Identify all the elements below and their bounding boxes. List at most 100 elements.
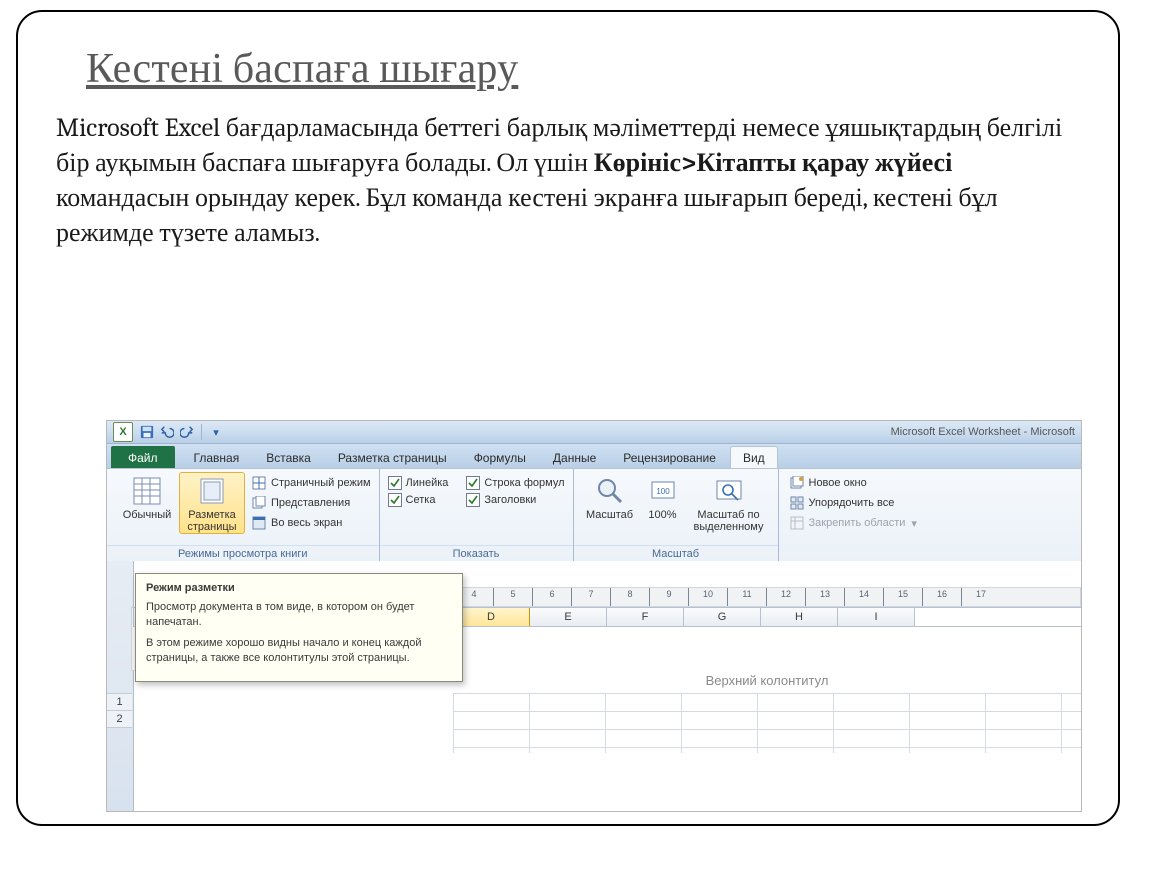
page-layout-tooltip: Режим разметки Просмотр документа в том … (135, 573, 463, 682)
formula-bar-checkbox[interactable]: Строка формул (466, 476, 564, 490)
save-icon[interactable] (138, 423, 156, 441)
col-head-F[interactable]: F (607, 608, 684, 626)
tooltip-p1: Просмотр документа в том виде, в котором… (146, 600, 452, 630)
headings-checkbox[interactable]: Заголовки (466, 493, 564, 507)
custom-views-icon (251, 495, 267, 511)
freeze-panes-label: Закрепить области (809, 517, 906, 529)
col-head-E[interactable]: E (530, 608, 607, 626)
new-window-button[interactable]: Новое окно (789, 475, 917, 491)
full-screen-label: Во весь экран (271, 517, 342, 529)
headings-checkbox-label: Заголовки (484, 494, 536, 506)
tab-view[interactable]: Вид (730, 446, 778, 468)
tab-home[interactable]: Главная (181, 446, 253, 468)
tab-review[interactable]: Рецензирование (610, 446, 729, 468)
zoom-100-label: 100% (648, 509, 676, 521)
tooltip-p2: В этом режиме хорошо видны начало и коне… (146, 636, 452, 666)
qat-dropdown-icon[interactable]: ▾ (207, 423, 225, 441)
slide-body: Microsoft Excel бағдарламасында беттегі … (56, 111, 1080, 251)
ruler-tick: 9 (649, 588, 688, 607)
formula-bar-checkbox-label: Строка формул (484, 477, 564, 489)
page-layout-label: Разметка страницы (182, 509, 242, 533)
full-screen-button[interactable]: Во весь экран (251, 515, 371, 531)
grid-checkbox[interactable]: Сетка (388, 493, 449, 507)
ribbon: Обычный Разметка страницы Страничный реж… (107, 469, 1081, 564)
zoom-selection-icon (713, 475, 745, 507)
ruler-tick: 6 (532, 588, 571, 607)
custom-views-button[interactable]: Представления (251, 495, 371, 511)
zoom-selection-l2: выделенному (694, 521, 764, 533)
page-layout-button[interactable]: Разметка страницы (179, 472, 245, 534)
ruler-tick: 12 (766, 588, 805, 607)
col-head-H[interactable]: H (761, 608, 838, 626)
grid-checkbox-label: Сетка (406, 494, 436, 506)
page-break-preview-button[interactable]: Страничный режим (251, 475, 371, 491)
excel-screenshot: X ▾ Microsoft Excel Worksheet - Microsof… (106, 420, 1082, 812)
arrange-all-icon (789, 495, 805, 511)
para-bold: Көрініс>Кітапты қарау жүйесі (594, 148, 953, 178)
checkbox-checked-icon (466, 476, 480, 490)
ruler-tick: 8 (610, 588, 649, 607)
zoom-label: Масштаб (586, 509, 633, 521)
tab-file[interactable]: Файл (111, 446, 175, 468)
horizontal-ruler: 4 5 6 7 8 9 10 11 12 13 14 15 16 17 (453, 587, 1081, 607)
cell-grid[interactable] (453, 693, 1081, 753)
freeze-panes-icon (789, 515, 805, 531)
page-layout-icon (196, 475, 228, 507)
row-head-2[interactable]: 2 (107, 710, 132, 728)
window-title: Microsoft Excel Worksheet - Microsoft (891, 426, 1075, 438)
slide-frame: Кестені баспаға шығару Microsoft Excel б… (16, 10, 1120, 826)
svg-text:100: 100 (656, 487, 670, 496)
zoom-100-button[interactable]: 100 100% (638, 473, 688, 521)
zoom-button[interactable]: Масштаб (582, 473, 638, 521)
ruler-checkbox[interactable]: Линейка (388, 476, 449, 490)
ribbon-group-views: Обычный Разметка страницы Страничный реж… (107, 469, 380, 563)
row-header-gutter: 1 2 (107, 561, 134, 811)
page-break-label: Страничный режим (271, 477, 371, 489)
full-screen-icon (251, 515, 267, 531)
tab-data[interactable]: Данные (540, 446, 609, 468)
new-window-icon (789, 475, 805, 491)
normal-view-icon (131, 475, 163, 507)
ribbon-tabs: Файл Главная Вставка Разметка страницы Ф… (107, 444, 1081, 469)
tab-insert[interactable]: Вставка (253, 446, 324, 468)
ruler-tick: 7 (571, 588, 610, 607)
qat-separator (201, 424, 202, 440)
ruler-tick: 10 (688, 588, 727, 607)
redo-icon[interactable] (178, 423, 196, 441)
normal-view-label: Обычный (123, 509, 172, 521)
col-head-I[interactable]: I (838, 608, 915, 626)
col-head-G[interactable]: G (684, 608, 761, 626)
checkbox-checked-icon (466, 493, 480, 507)
ruler-tick: 15 (883, 588, 922, 607)
ribbon-group-window: Новое окно Упорядочить все Закрепить обл… (779, 469, 1082, 563)
tooltip-title: Режим разметки (146, 582, 452, 594)
normal-view-button[interactable]: Обычный (115, 473, 179, 521)
ruler-tick: 13 (805, 588, 844, 607)
ruler-tick: 16 (922, 588, 961, 607)
undo-icon[interactable] (158, 423, 176, 441)
ribbon-group-show: Линейка Сетка Строка формул (380, 469, 574, 563)
quick-access-toolbar: X ▾ Microsoft Excel Worksheet - Microsof… (107, 421, 1081, 444)
page-header-placeholder[interactable]: Верхний колонтитул (453, 673, 1081, 688)
arrange-all-button[interactable]: Упорядочить все (789, 495, 917, 511)
custom-views-label: Представления (271, 497, 350, 509)
zoom-100-icon: 100 (647, 475, 679, 507)
ruler-tick: 11 (727, 588, 766, 607)
checkbox-checked-icon (388, 476, 402, 490)
ruler-tick: 5 (493, 588, 532, 607)
zoom-to-selection-button[interactable]: Масштаб по выделенному (688, 473, 770, 533)
tab-formulas[interactable]: Формулы (461, 446, 539, 468)
tab-page-layout[interactable]: Разметка страницы (325, 446, 460, 468)
para-post: командасын орындау керек. Бұл команда ке… (56, 183, 998, 248)
column-headers: D E F G H I (453, 607, 1081, 627)
ribbon-group-zoom: Масштаб 100 100% Масштаб по выделенному (574, 469, 779, 563)
ruler-tick: 14 (844, 588, 883, 607)
row-head-1[interactable]: 1 (107, 693, 132, 711)
col-head-D[interactable]: D (453, 608, 530, 626)
ruler-tick: 17 (961, 588, 1000, 607)
freeze-panes-button: Закрепить области ▾ (789, 515, 917, 531)
zoom-icon (594, 475, 626, 507)
dropdown-icon: ▾ (911, 517, 917, 530)
slide-title: Кестені баспаға шығару (86, 44, 1118, 93)
new-window-label: Новое окно (809, 477, 867, 489)
